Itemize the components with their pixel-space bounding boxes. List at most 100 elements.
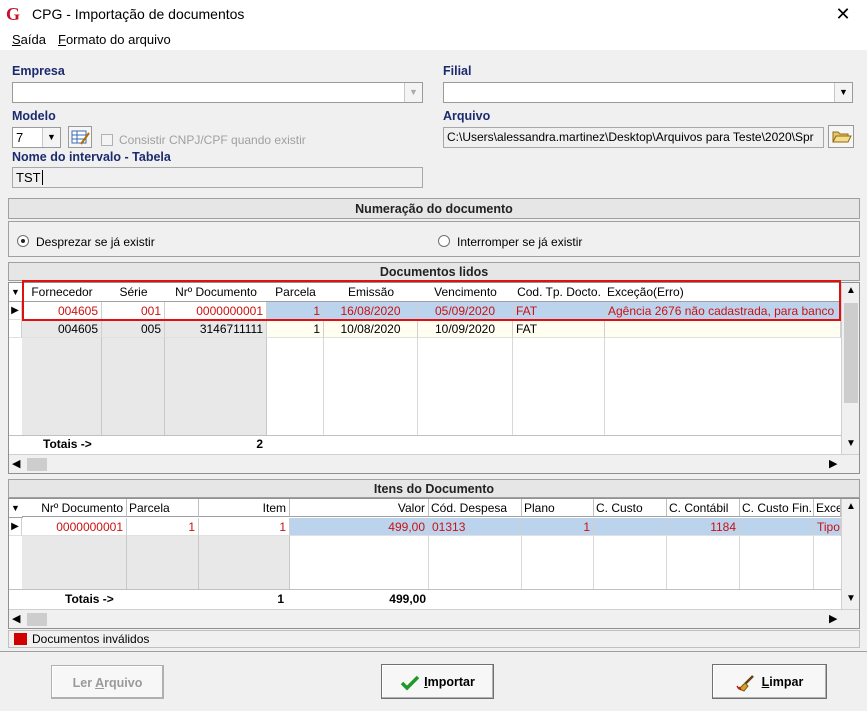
cell-emissao[interactable]: 10/08/2020 <box>324 320 418 338</box>
legend-swatch <box>14 633 27 645</box>
close-icon[interactable]: ✕ <box>828 2 858 26</box>
divider <box>0 651 867 652</box>
scroll-up-icon[interactable]: ▲ <box>846 285 856 296</box>
filler <box>522 536 594 589</box>
docs-header: Documentos lidos <box>8 262 860 281</box>
docs-totals-value: 2 <box>256 437 263 451</box>
filler <box>199 536 290 589</box>
cell-valor[interactable]: 499,00 <box>290 518 429 536</box>
legend-label: Documentos inválidos <box>32 632 150 646</box>
edit-table-icon <box>71 130 90 145</box>
scroll-thumb[interactable] <box>27 613 47 626</box>
itens-grid: ▼ Nrº Documento Parcela Item Valor Cód. … <box>8 498 860 629</box>
ler-arquivo-button[interactable]: Ler Arquivo <box>51 665 164 699</box>
consistir-checkbox[interactable] <box>101 134 113 146</box>
filler <box>594 536 667 589</box>
filler <box>22 536 127 589</box>
col-header[interactable]: Parcela <box>127 499 199 517</box>
cell-documento[interactable]: 0000000001 <box>22 518 127 536</box>
itens-header: Itens do Documento <box>8 479 860 498</box>
modelo-value: 7 <box>16 130 24 145</box>
grid-menu-icon[interactable]: ▼ <box>9 283 23 302</box>
chevron-down-icon[interactable]: ▼ <box>42 128 60 147</box>
itens-vscroll[interactable]: ▲ ▼ <box>841 499 859 609</box>
modelo-select[interactable]: 7 ▼ <box>12 127 61 148</box>
grid-menu-icon[interactable]: ▼ <box>9 499 23 518</box>
check-icon <box>400 675 420 691</box>
col-header[interactable]: Valor <box>290 499 429 517</box>
cell-documento[interactable]: 3146711111 <box>165 320 267 338</box>
filler <box>418 338 513 435</box>
filler <box>667 536 740 589</box>
cell-serie[interactable]: 005 <box>102 320 165 338</box>
cell-plano[interactable]: 1 <box>522 518 594 536</box>
limpar-button[interactable]: Limpar <box>712 664 827 699</box>
scroll-right-icon[interactable]: ▶ <box>829 612 837 625</box>
numeracao-header: Numeração do documento <box>8 198 860 219</box>
app-logo-icon: G <box>6 4 21 24</box>
col-header[interactable]: C. Custo <box>594 499 667 517</box>
scroll-thumb[interactable] <box>27 458 47 471</box>
scroll-thumb[interactable] <box>844 303 858 403</box>
browse-file-button[interactable] <box>828 125 854 148</box>
menu-exit[interactable]: Saída <box>12 32 46 47</box>
filler <box>429 536 522 589</box>
scroll-down-icon[interactable]: ▼ <box>846 438 856 449</box>
cell-fornecedor[interactable]: 004605 <box>22 320 102 338</box>
scroll-down-icon[interactable]: ▼ <box>846 593 856 604</box>
chevron-down-icon[interactable]: ▼ <box>834 83 852 102</box>
radio-desprezar-label: Desprezar se já existir <box>36 235 155 249</box>
itens-hscroll[interactable]: ◀ ▶ <box>9 609 859 628</box>
row-pointer-icon: ▶ <box>9 518 22 536</box>
col-header[interactable]: Item <box>199 499 290 517</box>
docs-vscroll[interactable]: ▲ ▼ <box>841 283 859 454</box>
cell-parcela[interactable]: 1 <box>267 320 324 338</box>
radio-desprezar[interactable] <box>17 235 29 247</box>
scroll-right-icon[interactable]: ▶ <box>829 457 837 470</box>
docs-totals-row <box>9 435 841 454</box>
consistir-label: Consistir CNPJ/CPF quando existir <box>119 133 306 147</box>
cell-vencimento[interactable]: 10/09/2020 <box>418 320 513 338</box>
scroll-up-icon[interactable]: ▲ <box>846 501 856 512</box>
cell-contabil[interactable]: 1184 <box>667 518 740 536</box>
intervalo-label: Nome do intervalo - Tabela <box>12 150 171 164</box>
filial-select[interactable]: ▼ <box>443 82 853 103</box>
radio-interromper[interactable] <box>438 235 450 247</box>
cell-despesa[interactable]: 01313 <box>429 518 522 536</box>
edit-model-button[interactable] <box>68 126 92 148</box>
cell-excecao[interactable] <box>605 320 841 338</box>
arquivo-field[interactable]: C:\Users\alessandra.martinez\Desktop\Arq… <box>443 127 824 148</box>
folder-open-icon <box>832 131 852 143</box>
cell-custo[interactable] <box>594 518 667 536</box>
col-header[interactable]: Exce <box>814 499 841 517</box>
col-header[interactable]: C. Custo Fin. <box>740 499 814 517</box>
cell-excecao[interactable]: Tipo <box>814 518 841 536</box>
radio-dot <box>21 239 25 243</box>
col-header[interactable]: Nrº Documento <box>22 499 127 517</box>
filler <box>127 536 199 589</box>
docs-totals-label: Totais -> <box>43 437 92 451</box>
radio-interromper-label: Interromper se já existir <box>457 235 583 249</box>
intervalo-field[interactable]: TST <box>12 167 423 188</box>
col-header[interactable]: Cód. Despesa <box>429 499 522 517</box>
filler <box>102 338 165 435</box>
empresa-label: Empresa <box>12 64 65 78</box>
chevron-down-icon[interactable]: ▼ <box>404 83 422 102</box>
cell-parcela[interactable]: 1 <box>127 518 199 536</box>
scroll-left-icon[interactable]: ◀ <box>12 612 20 625</box>
cell-item[interactable]: 1 <box>199 518 290 536</box>
cell-custo-fin[interactable] <box>740 518 814 536</box>
error-highlight-box <box>22 280 841 321</box>
filler <box>267 338 324 435</box>
menu-file-format[interactable]: Formato do arquivo <box>58 32 171 47</box>
scroll-left-icon[interactable]: ◀ <box>12 457 20 470</box>
filler <box>513 338 605 435</box>
row-indicator <box>9 320 22 338</box>
docs-hscroll[interactable]: ◀ ▶ <box>9 454 859 473</box>
col-header[interactable]: Plano <box>522 499 594 517</box>
col-header[interactable]: C. Contábil <box>667 499 740 517</box>
empresa-select[interactable]: ▼ <box>12 82 423 103</box>
importar-button[interactable]: Importar <box>381 664 494 699</box>
cell-tipo-docto[interactable]: FAT <box>513 320 605 338</box>
window-title: CPG - Importação de documentos <box>32 6 245 22</box>
